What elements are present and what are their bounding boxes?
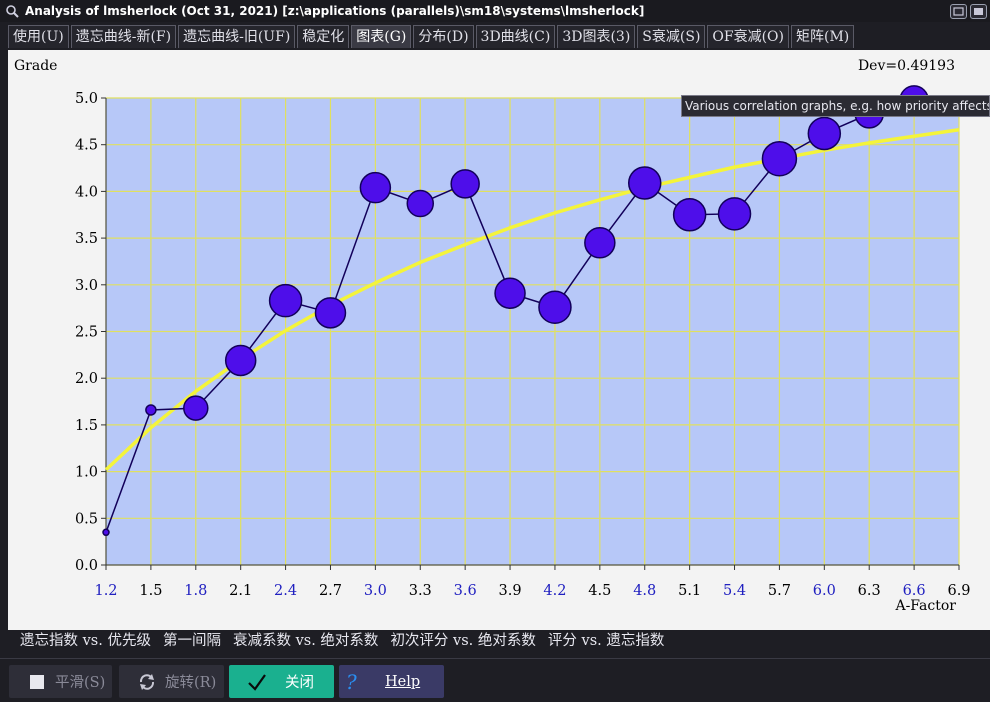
close-button[interactable]: 关闭	[229, 665, 334, 698]
y-tick-label-3: 1.5	[75, 418, 98, 434]
minimize-icon	[953, 6, 964, 16]
y-tick-label-9: 4.5	[75, 138, 98, 154]
x-tick-label-2: 1.8	[184, 583, 207, 599]
tab-8[interactable]: S衰减(S)	[637, 25, 706, 48]
data-point-5	[314, 297, 347, 329]
data-point-7	[406, 189, 435, 218]
x-axis-title: A-Factor	[894, 598, 956, 614]
data-point-9	[494, 277, 526, 309]
data-point-15	[761, 140, 798, 177]
y-tick-label-7: 3.5	[75, 231, 98, 247]
tab-5[interactable]: 分布(D)	[413, 25, 474, 48]
checkmark-icon	[247, 672, 267, 692]
data-point-1	[145, 404, 157, 416]
app-icon	[6, 5, 19, 18]
tab-bar: 使用(U) 遗忘曲线-新(F) 遗忘曲线-旧(UF) 稳定化 图表(G) 分布(D) 3D曲…	[8, 25, 856, 48]
close-button-label: 关闭	[285, 675, 314, 691]
y-tick-label-4: 2.0	[75, 371, 98, 387]
y-axis-title: Grade	[14, 58, 57, 74]
x-tick-label-18: 6.6	[903, 583, 926, 599]
y-tick-label-0: 0.0	[75, 558, 98, 574]
x-tick-label-4: 2.4	[274, 583, 297, 599]
x-tick-label-19: 6.9	[947, 583, 970, 599]
graph-link-1[interactable]: 第一间隔	[163, 631, 221, 651]
help-button-label: Help	[385, 673, 421, 690]
x-tick-label-0: 1.2	[94, 583, 117, 599]
data-point-2	[183, 395, 209, 421]
data-point-14	[717, 197, 752, 231]
x-tick-label-7: 3.3	[409, 583, 432, 599]
data-point-11	[584, 227, 616, 259]
svg-text:?: ?	[346, 671, 357, 693]
data-point-8	[450, 169, 480, 199]
tab-0[interactable]: 使用(U)	[8, 25, 69, 48]
correlation-chart: 1.2 1.5 1.8 2.1 2.4 2.7 3.0 3.3 3.6 3.9 4.2 4.5 4.8 5…	[14, 58, 971, 614]
tab-7[interactable]: 3D图表(3)	[557, 25, 636, 48]
help-icon: ?	[343, 671, 363, 693]
chart-panel: 1.2 1.5 1.8 2.1 2.4 2.7 3.0 3.3 3.6 3.9 4.2 4.5 4.8 5…	[8, 50, 990, 630]
rotate-button-label: 旋转(R)	[165, 675, 217, 691]
data-point-0	[102, 528, 110, 537]
rotate-icon	[137, 672, 157, 692]
tab-6[interactable]: 3D曲线(C)	[475, 25, 556, 48]
graph-link-2[interactable]: 衰减系数 vs. 绝对系数	[233, 631, 378, 651]
data-point-16	[807, 116, 842, 151]
window-title: Analysis of lmsherlock (Oct 31, 2021) [z…	[25, 4, 645, 18]
x-tick-label-3: 2.1	[229, 583, 252, 599]
smooth-button[interactable]: 平滑(S)	[9, 665, 112, 698]
graph-selector: 遗忘指数 vs. 优先级 第一间隔 衰减系数 vs. 绝对系数 初次评分 vs. 绝对…	[20, 631, 676, 651]
y-tick-label-1: 0.5	[75, 511, 98, 527]
close-icon	[974, 7, 983, 15]
tab-2[interactable]: 遗忘曲线-旧(UF)	[178, 25, 296, 48]
deviation-label: Dev=0.49193	[858, 58, 955, 74]
rotate-button[interactable]: 旋转(R)	[119, 665, 224, 698]
x-tick-label-14: 5.4	[723, 583, 746, 599]
tab-3[interactable]: 稳定化	[297, 25, 350, 48]
data-point-3	[224, 344, 257, 377]
y-tick-label-10: 5.0	[75, 91, 98, 107]
data-point-13	[672, 198, 707, 232]
x-tick-label-8: 3.6	[454, 583, 477, 599]
y-tick-label-8: 4.0	[75, 184, 98, 200]
graph-link-0[interactable]: 遗忘指数 vs. 优先级	[20, 631, 151, 651]
tab-4[interactable]: 图表(G)	[351, 25, 412, 48]
x-tick-label-12: 4.8	[633, 583, 656, 599]
smooth-button-label: 平滑(S)	[55, 675, 106, 691]
data-point-12	[627, 166, 662, 200]
tab-10[interactable]: 矩阵(M)	[791, 25, 855, 48]
data-point-6	[359, 171, 392, 204]
checkbox-icon	[27, 672, 47, 692]
y-tick-label-6: 3.0	[75, 278, 98, 294]
x-tick-label-9: 3.9	[499, 583, 522, 599]
graph-link-4[interactable]: 评分 vs. 遗忘指数	[548, 631, 664, 651]
tab-9[interactable]: OF衰减(O)	[707, 25, 789, 48]
y-tick-label-2: 1.0	[75, 465, 98, 481]
x-tick-label-16: 6.0	[813, 583, 836, 599]
x-tick-label-6: 3.0	[364, 583, 387, 599]
x-tick-label-15: 5.7	[768, 583, 791, 599]
data-point-10	[538, 290, 572, 324]
tooltip: Various correlation graphs, e.g. how pri…	[681, 95, 990, 117]
x-tick-label-11: 4.5	[588, 583, 611, 599]
data-point-4	[268, 283, 303, 318]
x-tick-label-10: 4.2	[543, 583, 566, 599]
x-tick-label-1: 1.5	[139, 583, 162, 599]
help-button[interactable]: ? Help	[339, 665, 444, 698]
title-bar: Analysis of lmsherlock (Oct 31, 2021) [z…	[0, 0, 990, 22]
minimize-button[interactable]	[950, 3, 967, 19]
tab-1[interactable]: 遗忘曲线-新(F)	[70, 25, 177, 48]
y-tick-label-5: 2.5	[75, 325, 98, 341]
x-tick-label-17: 6.3	[858, 583, 881, 599]
close-window-button[interactable]	[970, 3, 987, 19]
x-tick-label-13: 5.1	[678, 583, 701, 599]
button-bar: 平滑(S) 旋转(R) 关闭 ? Help	[0, 658, 990, 702]
graph-link-3[interactable]: 初次评分 vs. 绝对系数	[390, 631, 535, 651]
x-tick-label-5: 2.7	[319, 583, 342, 599]
